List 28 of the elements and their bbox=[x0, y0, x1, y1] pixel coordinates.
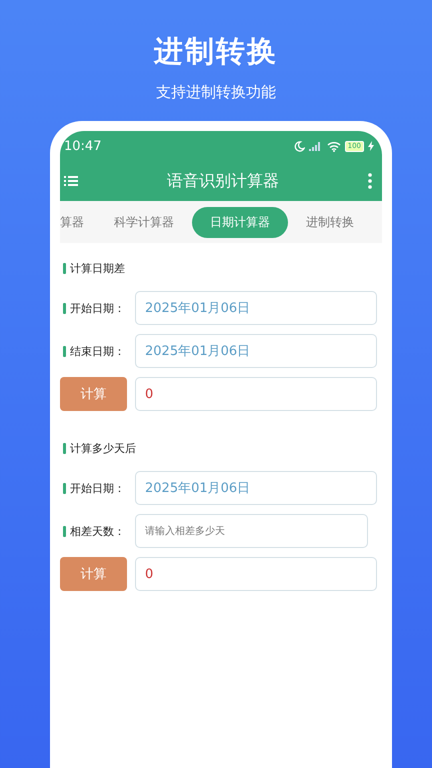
section-title: 计算多少天后 bbox=[70, 441, 136, 456]
signal-icon bbox=[308, 141, 323, 151]
section-title: 计算日期差 bbox=[70, 261, 125, 276]
tab[interactable]: 进制转换 bbox=[294, 208, 366, 236]
result-field: 0 bbox=[135, 377, 377, 411]
field-label: 开始日期： bbox=[70, 480, 125, 496]
more-icon[interactable] bbox=[368, 173, 372, 189]
page-subtitle: 支持进制转换功能 bbox=[156, 82, 276, 102]
wifi-icon bbox=[326, 140, 341, 152]
date-field[interactable]: 2025年01月06日 bbox=[135, 334, 377, 368]
field-label: 开始日期： bbox=[70, 300, 125, 316]
calculate-button[interactable]: 计算 bbox=[60, 557, 127, 591]
date-field[interactable]: 2025年01月06日 bbox=[135, 471, 377, 505]
date-field[interactable]: 2025年01月06日 bbox=[135, 291, 377, 325]
app-title: 语音识别计算器 bbox=[167, 170, 279, 192]
field-label: 结束日期： bbox=[70, 344, 125, 358]
page-title: 进制转换 bbox=[154, 33, 278, 70]
field-label: 相差天数： bbox=[70, 524, 125, 538]
tab[interactable]: 日期计算器 bbox=[192, 206, 288, 238]
status-time: 10:47 bbox=[64, 138, 102, 154]
result-field: 0 bbox=[135, 557, 377, 591]
menu-icon[interactable] bbox=[64, 175, 78, 187]
bolt-icon bbox=[368, 141, 374, 151]
tab[interactable]: 算器 bbox=[60, 208, 96, 236]
moon-icon bbox=[294, 140, 305, 152]
tab[interactable]: 科学计算器 bbox=[102, 208, 186, 236]
calculate-button[interactable]: 计算 bbox=[60, 377, 127, 411]
input-field[interactable]: 请输入相差多少天 bbox=[135, 514, 368, 548]
